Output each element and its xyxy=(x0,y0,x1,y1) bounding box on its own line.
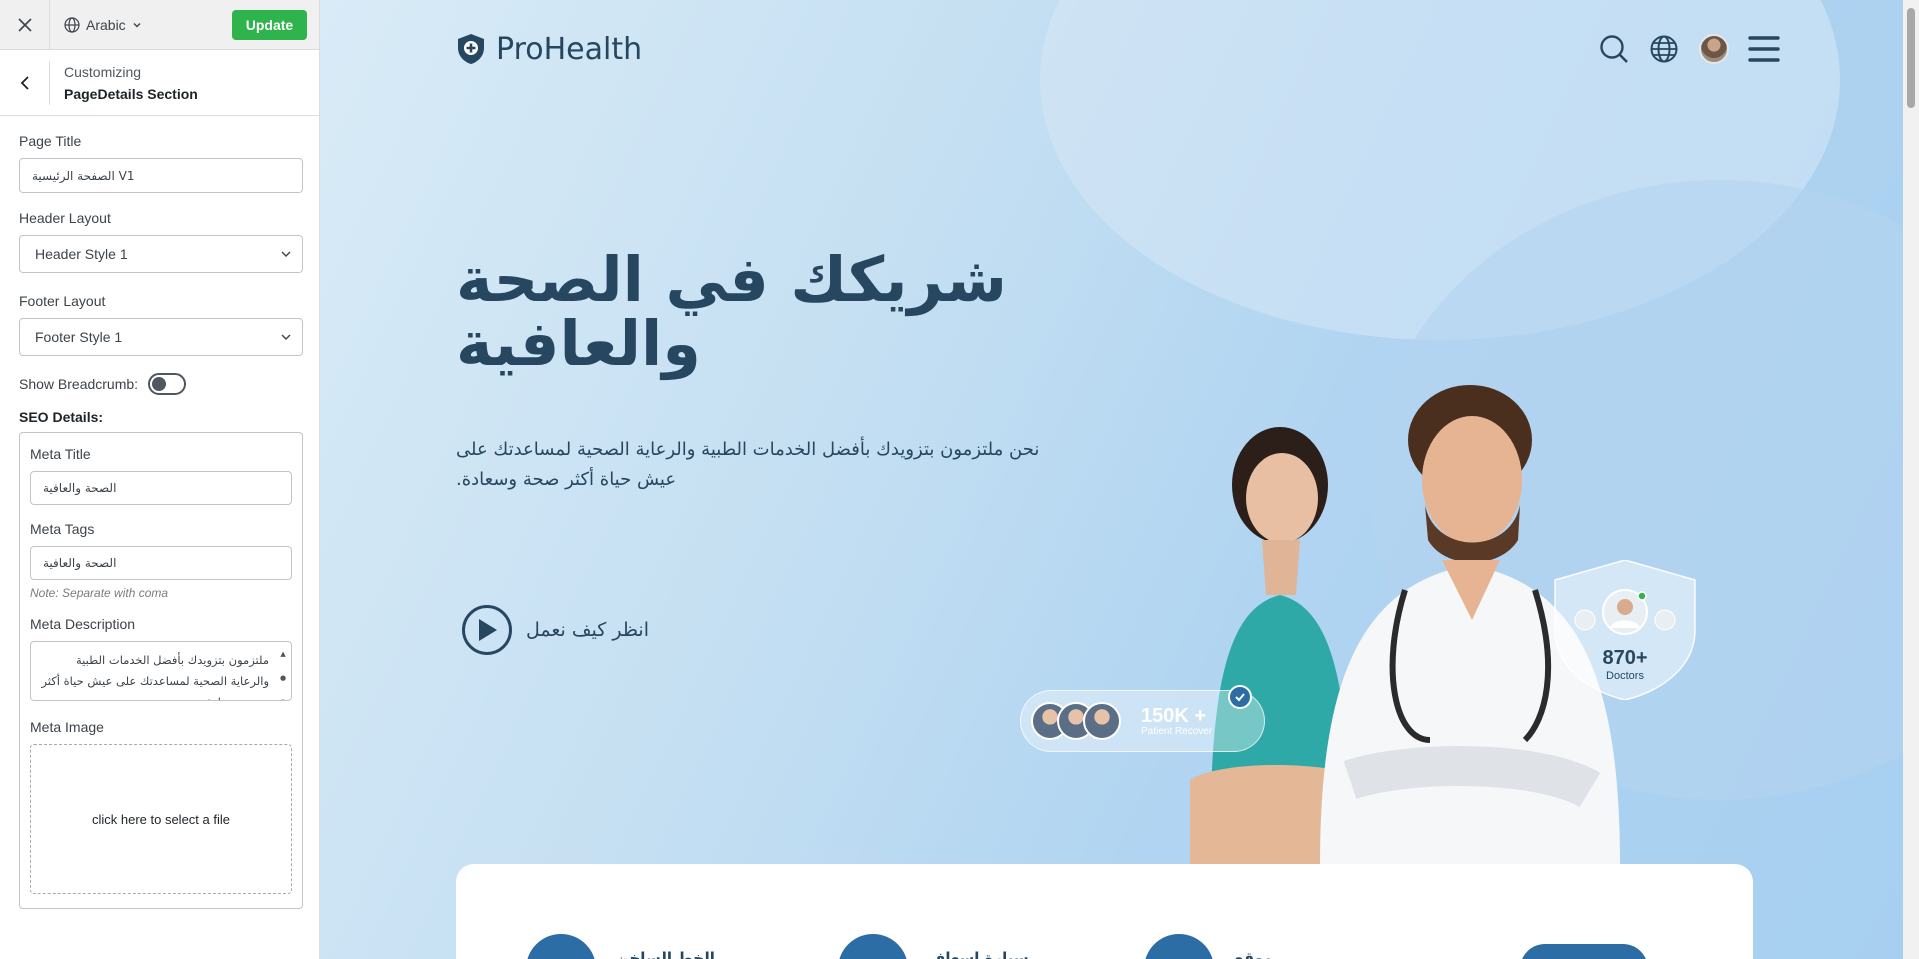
seo-details-box: Meta Title الصحة والعافية Meta Tags الصح… xyxy=(19,432,303,909)
globe-icon xyxy=(1650,35,1678,63)
avatar xyxy=(1083,702,1121,740)
globe-icon xyxy=(64,16,80,33)
check-icon xyxy=(1235,693,1245,702)
scroll-thumb-icon: ● xyxy=(280,692,286,700)
info-item-label: موقع xyxy=(1234,949,1273,959)
scroll-thumb-icon: ● xyxy=(279,674,287,682)
patients-stat-text: 150K + Patient Recover xyxy=(1141,706,1212,737)
meta-tags-input[interactable]: الصحة والعافية xyxy=(30,546,292,580)
play-button xyxy=(462,605,512,655)
scroll-thumb[interactable] xyxy=(1907,8,1915,108)
menu-button[interactable] xyxy=(1748,33,1780,65)
meta-title-input[interactable]: الصحة والعافية xyxy=(30,471,292,505)
site-header: ProHealth xyxy=(456,28,1780,70)
footer-layout-select[interactable]: Footer Style 1 xyxy=(19,318,303,356)
hero-title: شريكك في الصحة والعافية xyxy=(456,243,1008,380)
breadcrumb-label: Show Breadcrumb: xyxy=(19,376,139,392)
meta-title-label: Meta Title xyxy=(30,446,91,462)
customizer-topbar: Arabic Update xyxy=(0,0,319,50)
patients-stat-card: 150K + Patient Recover xyxy=(1020,685,1265,752)
chevron-down-icon xyxy=(281,251,291,257)
breadcrumb-row: Show Breadcrumb: xyxy=(19,373,303,395)
info-item-label: الخط الساخن xyxy=(616,949,715,959)
back-arrow-icon xyxy=(20,75,29,90)
section-title: PageDetails Section xyxy=(64,85,198,102)
doctors-stat-card: 870+ Doctors xyxy=(1550,560,1700,700)
page-title-input[interactable]: الصفحة الرئيسية V1 xyxy=(19,158,303,193)
ambulance-icon xyxy=(838,934,908,959)
footer-layout-label: Footer Layout xyxy=(19,293,106,309)
search-button[interactable] xyxy=(1598,33,1630,65)
customizer-sidebar: Arabic Update Customizing PageDetails Se… xyxy=(0,0,320,959)
seo-details-title: SEO Details: xyxy=(19,409,104,425)
meta-tags-note: Note: Separate with coma xyxy=(30,586,169,600)
section-titles: Customizing PageDetails Section xyxy=(50,61,198,105)
site-logo[interactable]: ProHealth xyxy=(456,32,642,67)
contact-info-card: الخط الساخن سيارة إسعاف موقع xyxy=(456,864,1753,959)
shield-logo-icon xyxy=(458,34,484,64)
avatar xyxy=(1699,34,1729,64)
language-select[interactable]: Arabic xyxy=(64,17,142,33)
doctors-count: 870+ xyxy=(1602,647,1648,669)
patients-label: Patient Recover xyxy=(1141,725,1213,737)
close-icon xyxy=(17,17,32,32)
verified-badge xyxy=(1228,685,1252,709)
section-subtitle: Customizing xyxy=(64,63,142,80)
hero-subtitle: نحن ملتزمون بتزويدك بأفضل الخدمات الطبية… xyxy=(456,439,1040,490)
scroll-up-icon: ▲ xyxy=(280,650,286,658)
meta-image-dropzone[interactable]: click here to select a file xyxy=(30,744,292,894)
meta-description-label: Meta Description xyxy=(30,616,136,632)
header-layout-value: Header Style 1 xyxy=(35,246,128,262)
watch-video-label: انظر كيف نعمل xyxy=(526,619,649,641)
play-icon xyxy=(479,619,497,641)
brand-name: ProHealth xyxy=(496,31,643,67)
meta-image-label: Meta Image xyxy=(30,719,104,735)
header-icons xyxy=(1598,33,1780,65)
info-item-hotline[interactable]: الخط الساخن xyxy=(526,934,715,959)
info-action-button[interactable] xyxy=(1520,944,1648,959)
header-layout-select[interactable]: Header Style 1 xyxy=(19,235,303,273)
meta-description-textarea[interactable]: ملتزمون بتزويدك بأفضل الخدمات الطبية وال… xyxy=(30,641,292,701)
watch-video-button[interactable]: انظر كيف نعمل xyxy=(462,605,649,655)
section-header: Customizing PageDetails Section xyxy=(0,50,319,116)
footer-layout-value: Footer Style 1 xyxy=(35,329,123,345)
chevron-down-icon xyxy=(281,334,291,340)
site-preview: ProHealth شريكك في الصحة والعافية نحن مل… xyxy=(320,0,1919,959)
language-button[interactable] xyxy=(1648,33,1680,65)
location-icon xyxy=(1144,934,1214,959)
breadcrumb-toggle[interactable] xyxy=(148,373,187,395)
language-label: Arabic xyxy=(86,16,126,33)
meta-description-text: ملتزمون بتزويدك بأفضل الخدمات الطبية وال… xyxy=(41,653,269,700)
doctors-label: Doctors xyxy=(1606,670,1644,682)
meta-tags-label: Meta Tags xyxy=(30,521,95,537)
page-title-label: Page Title xyxy=(19,133,82,149)
info-item-label: سيارة إسعاف xyxy=(928,949,1029,959)
phone-icon xyxy=(526,934,596,959)
page-details-form: Page Title الصفحة الرئيسية V1 Header Lay… xyxy=(0,133,319,909)
info-item-location[interactable]: موقع xyxy=(1144,934,1273,959)
page-scrollbar[interactable] xyxy=(1903,0,1919,959)
update-button[interactable]: Update xyxy=(232,9,307,40)
search-icon xyxy=(1600,35,1628,63)
textarea-scrollbar[interactable]: ▲ ● ● ▼ xyxy=(277,644,289,700)
header-layout-label: Header Layout xyxy=(19,210,111,226)
close-customizer-button[interactable] xyxy=(0,0,50,50)
patients-count: 150K + xyxy=(1141,704,1207,727)
patient-avatars xyxy=(1031,702,1121,740)
info-item-ambulance[interactable]: سيارة إسعاف xyxy=(838,934,1029,959)
user-avatar-button[interactable] xyxy=(1698,33,1730,65)
toggle-knob xyxy=(152,377,167,391)
menu-icon xyxy=(1748,36,1780,62)
back-button[interactable] xyxy=(0,60,50,105)
chevron-down-icon xyxy=(133,22,141,27)
